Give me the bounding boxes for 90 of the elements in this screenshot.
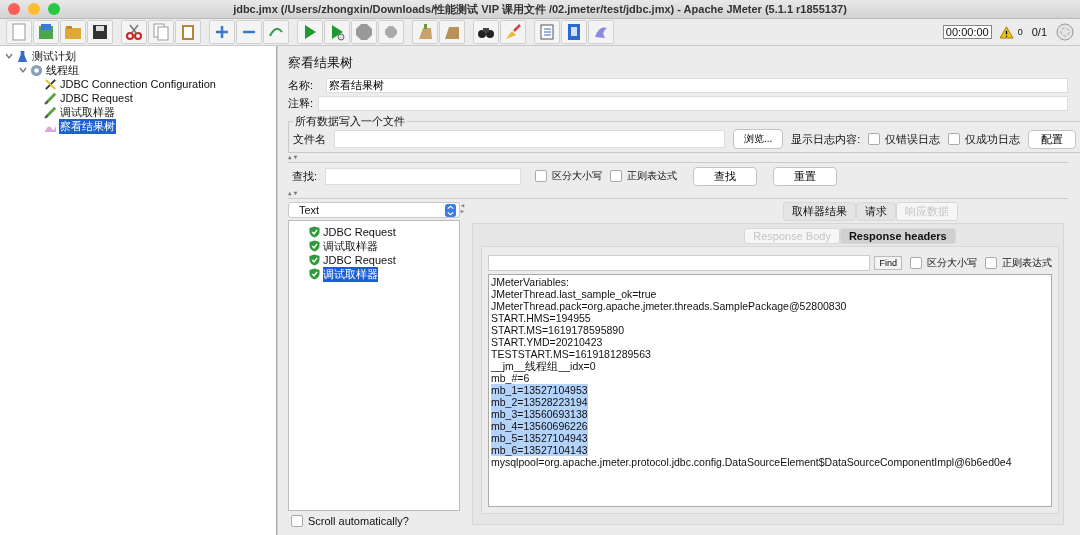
log-label: 显示日志内容: <box>791 131 861 147</box>
success-shield-icon <box>309 240 320 252</box>
checkbox[interactable] <box>948 133 961 145</box>
cut-icon[interactable] <box>121 20 147 44</box>
response-line: JMeterThread.last_sample_ok=true <box>491 288 657 300</box>
warning-icon[interactable] <box>998 25 1014 39</box>
configure-button[interactable]: 配置 <box>1028 129 1077 149</box>
warning-count: 0 <box>1017 27 1023 37</box>
search-field[interactable] <box>325 167 522 185</box>
response-tab[interactable]: Response headers <box>839 228 956 244</box>
tree-item[interactable]: JDBC Request <box>59 92 134 104</box>
response-line: JMeterThread.pack=org.apache.jmeter.threads.SamplePackage@52800830 <box>491 300 847 312</box>
response-line: mysqlpool=org.apache.jmeter.protocol.jdbc.config.DataSourceElement$DataSourceComponentImpl@6b6ed0e4 <box>491 456 1012 468</box>
checkbox-label: 仅成功日志 <box>965 131 1021 147</box>
panel-title: 察看结果树 <box>288 54 354 72</box>
tree-item[interactable]: 线程组 <box>45 62 80 78</box>
thread-count: 0/1 <box>1031 26 1047 38</box>
search-action-button[interactable]: 查找 <box>693 166 758 186</box>
tree-item[interactable]: 察看结果树 <box>59 118 116 134</box>
comment-label: 注释: <box>288 95 314 111</box>
result-item[interactable]: JDBC Request <box>323 254 396 266</box>
splitter-arrows-icon[interactable] <box>288 155 298 160</box>
response-line: TESTSTART.MS=1619181289563 <box>491 348 651 360</box>
find-button[interactable]: Find <box>874 256 902 270</box>
gear-icon <box>30 63 43 77</box>
result-item[interactable]: 调试取样器 <box>323 266 378 282</box>
checkbox-label: 区分大小写 <box>552 168 603 183</box>
result-tab[interactable]: 取样器结果 <box>782 202 856 221</box>
filename-field[interactable] <box>334 130 725 148</box>
pipette-icon <box>44 91 57 105</box>
flask-icon <box>16 49 29 63</box>
result-tab[interactable]: 请求 <box>855 202 896 221</box>
search-action-button[interactable]: 重置 <box>773 166 838 186</box>
success-shield-icon <box>309 254 320 266</box>
close-icon[interactable] <box>8 3 20 15</box>
search-icon[interactable] <box>473 20 499 44</box>
save-icon[interactable] <box>87 20 113 44</box>
wrench-icon <box>44 77 57 91</box>
success-shield-icon <box>309 226 320 238</box>
splitter-arrows-icon[interactable] <box>460 204 465 214</box>
file-label: 文件名 <box>293 131 326 147</box>
checkbox-label: 仅错误日志 <box>885 131 941 147</box>
caret-icon[interactable] <box>18 65 28 75</box>
tree-item[interactable]: JDBC Connection Configuration <box>59 78 217 90</box>
response-line: mb_#=6 <box>491 372 530 384</box>
new-document-icon[interactable] <box>6 20 32 44</box>
checkbox[interactable] <box>291 515 303 527</box>
checkbox[interactable] <box>868 133 881 145</box>
result-item[interactable]: 调试取样器 <box>323 238 378 254</box>
success-shield-icon <box>309 268 320 280</box>
expand-icon[interactable] <box>209 20 235 44</box>
checkbox[interactable] <box>985 256 997 269</box>
reset-search-icon[interactable] <box>500 20 526 44</box>
start-icon[interactable] <box>297 20 323 44</box>
function-helper-icon[interactable] <box>534 20 560 44</box>
browse-button[interactable]: 浏览... <box>733 129 784 149</box>
response-line: JMeterVariables: <box>491 276 569 288</box>
status-indicator-icon <box>1056 23 1074 41</box>
renderer-dropdown[interactable]: Text <box>288 202 460 218</box>
zoom-icon[interactable] <box>48 3 60 15</box>
response-line: __jm__线程组__idx=0 <box>491 360 596 372</box>
response-line: START.YMD=20210423 <box>491 336 603 348</box>
group-title: 所有数据写入一个文件 <box>294 114 406 129</box>
shutdown-icon[interactable] <box>378 20 404 44</box>
elapsed-time: 00:00:00 <box>942 25 992 39</box>
checkbox[interactable] <box>910 256 922 269</box>
checkbox-label: 正则表达式 <box>1002 255 1052 270</box>
checkbox-label: Scroll automatically? <box>308 515 409 527</box>
response-line: START.HMS=194955 <box>491 312 591 324</box>
pipette-icon <box>44 105 57 119</box>
checkbox[interactable] <box>610 169 623 182</box>
result-item[interactable]: JDBC Request <box>323 226 396 238</box>
checkbox-label: 正则表达式 <box>627 168 678 183</box>
tree-item[interactable]: 调试取样器 <box>59 104 116 120</box>
response-line: START.MS=1619178595890 <box>491 324 624 336</box>
checkbox-label: 区分大小写 <box>927 255 977 270</box>
checkbox[interactable] <box>535 169 548 182</box>
caret-icon[interactable] <box>4 51 14 61</box>
comment-field[interactable] <box>318 95 1068 111</box>
name-label: 名称: <box>288 77 315 93</box>
find-field[interactable] <box>488 255 871 271</box>
name-field[interactable]: 察看结果树 <box>326 77 1068 93</box>
tree-item[interactable]: 测试计划 <box>31 48 77 64</box>
stop-icon[interactable] <box>351 20 377 44</box>
window-title: jdbc.jmx (/Users/zhongxin/Downloads/性能测试 VIP 课用文件 /02.jmeter/test/jdbc.jmx) - Apache JMeter (5.1.1 r1855137) <box>232 1 848 17</box>
collapse-icon[interactable] <box>236 20 262 44</box>
dropdown-arrow-icon <box>445 203 456 217</box>
search-label: 查找: <box>292 168 318 184</box>
splitter-arrows-icon[interactable] <box>288 191 298 196</box>
start-no-pauses-icon[interactable] <box>324 20 350 44</box>
